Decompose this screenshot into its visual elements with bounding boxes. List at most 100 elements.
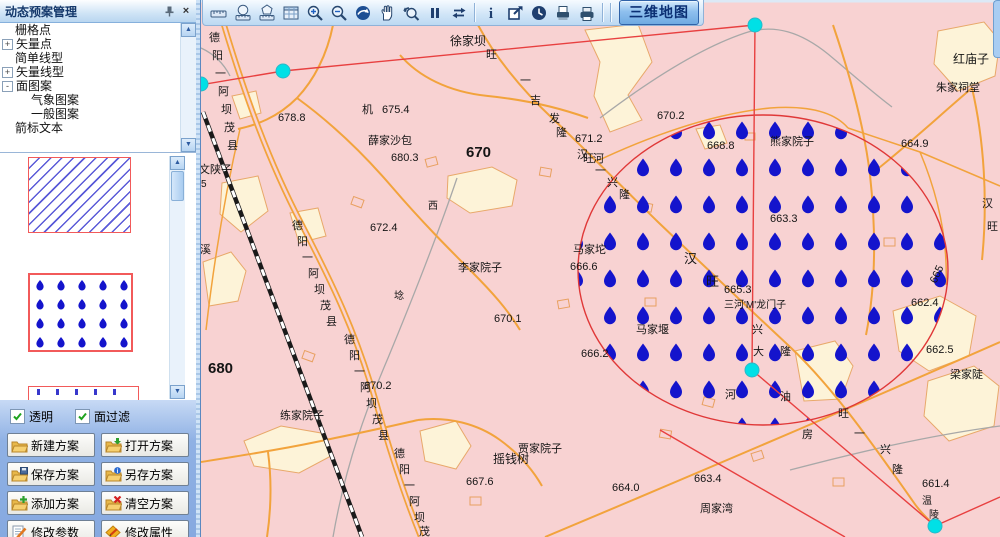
tree-item-arrow-text[interactable]: 箭标文本 (0, 121, 196, 135)
export-icon[interactable] (503, 2, 527, 24)
map-label: 一 (215, 68, 226, 80)
new-plan-button[interactable]: 新建方案 (7, 433, 95, 457)
map-label: 兴 (880, 443, 891, 456)
map-label: 徐家坝 (450, 33, 486, 48)
zoom-previous-icon[interactable] (399, 2, 423, 24)
tree-item-grid-point[interactable]: 栅格点 (0, 23, 196, 37)
close-icon[interactable]: × (179, 4, 193, 18)
tree-item-general-pattern[interactable]: 一般图案 (0, 107, 196, 121)
map-label: 德 (344, 332, 355, 346)
pause-icon[interactable] (423, 2, 447, 24)
map-label: 665.3 (724, 284, 752, 296)
pattern-scrollbar[interactable]: ▲ ▼ (169, 156, 185, 399)
pan-icon[interactable] (375, 2, 399, 24)
map-label: 667.6 (466, 476, 494, 488)
tree-item-vector-line[interactable]: + 矢量线型 (0, 65, 196, 79)
map-label: 红庙子 (953, 51, 989, 66)
plan-vertex-handle[interactable] (276, 64, 290, 78)
panel-titlebar: 动态预案管理 × (0, 0, 196, 23)
full-extent-icon[interactable] (351, 2, 375, 24)
identify-icon[interactable]: i (479, 2, 503, 24)
plan-controls: 透明 面过滤 新建方案 打开方案 (0, 400, 196, 537)
clear-plan-button[interactable]: 清空方案 (101, 491, 189, 515)
map-edge-scrollnub[interactable] (993, 0, 1000, 58)
map-label: 薛家沙包 (368, 133, 412, 147)
print-setup-icon[interactable] (551, 2, 575, 24)
expander-icon[interactable]: + (2, 39, 13, 50)
transparent-checkbox[interactable]: 透明 (10, 408, 53, 425)
print-icon[interactable] (575, 2, 599, 24)
tree-scrollbar[interactable]: ▲ ▼ (180, 23, 196, 152)
tree-item-weather-pattern[interactable]: 气象图案 (0, 93, 196, 107)
map-label: 666.6 (570, 261, 598, 273)
pattern-swatch-hatch[interactable] (28, 157, 131, 233)
checkbox-check-icon[interactable] (10, 409, 25, 424)
map-label: 三河'M'龙门子 (724, 298, 786, 311)
history-icon[interactable] (527, 2, 551, 24)
edit-props-icon (105, 525, 122, 537)
map-label: 680.3 (391, 152, 419, 164)
save-as-plan-button[interactable]: i 另存方案 (101, 462, 189, 486)
map-label: 663.3 (770, 213, 798, 225)
tree-item-label: 面图案 (16, 79, 52, 93)
map-label: 县 (227, 139, 238, 152)
plan-vertex-handle[interactable] (928, 519, 942, 533)
plan-vertex-handle[interactable] (748, 18, 762, 32)
map-label: 熊家院子 (770, 134, 814, 148)
edit-props-button[interactable]: 修改属性 (101, 520, 189, 537)
map-label: 德 (292, 218, 303, 232)
panel-title: 动态预案管理 (0, 3, 162, 20)
map-label: 茂 (372, 412, 383, 426)
map-label: 阳 (297, 235, 308, 248)
add-plan-button[interactable]: 添加方案 (7, 491, 95, 515)
scroll-thumb[interactable] (171, 171, 184, 201)
map-canvas[interactable]: 徐家坝红庙子朱家祠堂678.8机675.4薛家沙包680.3670670.267… (200, 0, 1000, 537)
map-label: 668.8 (707, 140, 735, 152)
map-label: 一 (595, 165, 606, 177)
tree-item-simple-line[interactable]: 简单线型 (0, 51, 196, 65)
open-plan-button[interactable]: 打开方案 (101, 433, 189, 457)
map-label: 周家湾 (700, 501, 733, 515)
area-filter-checkbox[interactable]: 面过滤 (75, 408, 130, 425)
measure-distance-icon[interactable] (207, 2, 231, 24)
map-label: 吉 (530, 94, 541, 107)
pattern-swatch-raindrop[interactable] (28, 273, 133, 352)
refresh-icon[interactable] (447, 2, 471, 24)
expander-icon[interactable]: + (2, 67, 13, 78)
map-label: 朱家祠堂 (936, 80, 980, 94)
scroll-down-icon[interactable]: ▼ (181, 138, 196, 152)
pin-icon[interactable] (162, 4, 176, 18)
map-label: 县 (326, 315, 337, 328)
map-label: 油 (780, 389, 791, 403)
map-3d-button[interactable]: 三维地图 (619, 0, 699, 25)
grid-icon[interactable] (279, 2, 303, 24)
checkbox-label: 透明 (29, 408, 53, 425)
map-label: 隆 (556, 125, 567, 139)
expander-icon[interactable]: - (2, 81, 13, 92)
measure-area-circle-icon[interactable] (231, 2, 255, 24)
toolbar-separator (474, 3, 476, 22)
map-label: 兴 (607, 176, 618, 189)
map-label: 汉 (982, 197, 993, 210)
map-label: 坝 (414, 510, 425, 524)
map-label: 阿 (409, 495, 420, 508)
map-label: 汉 (684, 251, 697, 266)
pattern-swatch-partial[interactable] (28, 386, 139, 400)
tree-item-vector-point[interactable]: + 矢量点 (0, 37, 196, 51)
zoom-in-icon[interactable] (303, 2, 327, 24)
map-label: 一 (520, 75, 531, 87)
measure-area-polygon-icon[interactable] (255, 2, 279, 24)
scroll-down-icon[interactable]: ▼ (170, 385, 185, 399)
map-label: 670 (466, 144, 491, 161)
tree-item-area-pattern[interactable]: - 面图案 (0, 79, 196, 93)
plan-vertex-handle[interactable] (745, 363, 759, 377)
scroll-up-icon[interactable]: ▲ (170, 156, 185, 170)
checkbox-check-icon[interactable] (75, 409, 90, 424)
scroll-up-icon[interactable]: ▲ (181, 23, 196, 37)
map-label: 662.4 (911, 297, 939, 309)
save-plan-button[interactable]: 保存方案 (7, 462, 95, 486)
zoom-out-icon[interactable] (327, 2, 351, 24)
button-label: 保存方案 (31, 466, 79, 483)
edit-params-button[interactable]: 修改参数 (7, 520, 95, 537)
plan-manager-panel: 动态预案管理 × 栅格点 + 矢量点 简单线型 + 矢量线型 - 面图案 气象图… (0, 0, 196, 537)
